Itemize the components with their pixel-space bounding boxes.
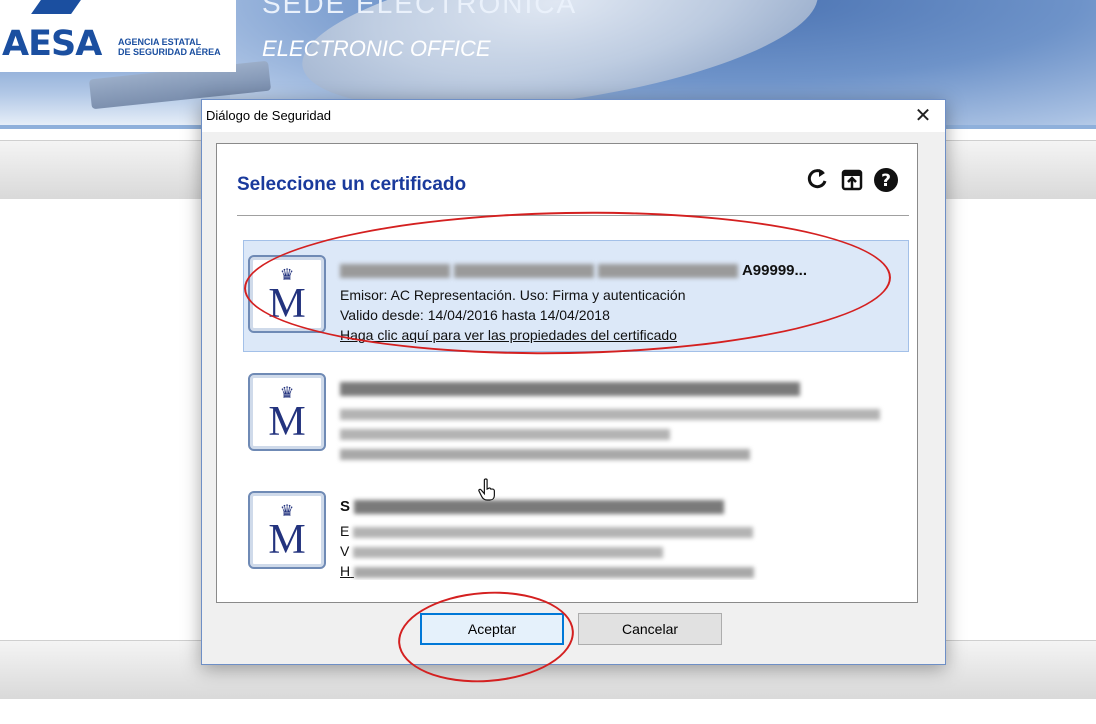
help-icon: ? <box>874 168 898 192</box>
certificate-issuer <box>340 403 896 423</box>
banner-title-es: SEDE ELECTRÓNICA <box>262 0 578 19</box>
dialog-buttons: Aceptar Cancelar <box>420 613 730 649</box>
m-letter-icon: M <box>268 281 306 327</box>
certificate-properties-link[interactable]: H <box>340 561 896 580</box>
certificate-issuer: Emisor: AC Representación. Uso: Firma y … <box>340 287 686 303</box>
agency-line-1: AGENCIA ESTATAL <box>118 37 202 47</box>
agency-line-2: DE SEGURIDAD AÉREA <box>118 47 221 57</box>
refresh-icon <box>807 169 827 189</box>
agency-name: AGENCIA ESTATAL DE SEGURIDAD AÉREA <box>118 37 221 57</box>
redacted-text <box>354 566 755 578</box>
certificate-details: A99999... Emisor: AC Representación. Uso… <box>340 261 896 345</box>
svg-text:?: ? <box>881 171 891 191</box>
certificate-initial: S <box>340 498 351 515</box>
redacted-name <box>340 264 450 279</box>
m-letter-icon: M <box>268 399 306 445</box>
link-initial: H <box>340 563 351 579</box>
help-button[interactable]: ? <box>873 166 899 194</box>
close-button[interactable]: ✕ <box>901 100 945 132</box>
certificate-properties-link[interactable] <box>340 443 896 463</box>
redacted-text <box>340 408 880 420</box>
redacted-text <box>353 526 754 538</box>
logo-text: AESA <box>2 24 102 64</box>
certificate-name: S <box>340 497 896 521</box>
redacted-name <box>598 264 739 279</box>
certificate-list: ♛ M A99999... Emisor: AC Representación.… <box>243 240 909 580</box>
certificate-item[interactable]: ♛ M <box>243 358 909 470</box>
certificate-panel: Seleccione un certificado ? ♛ M A99999..… <box>216 143 918 603</box>
hand-cursor-icon <box>478 478 495 501</box>
open-file-icon <box>841 169 863 191</box>
banner-title-en: ELECTRONIC OFFICE <box>262 36 491 61</box>
fnmt-certificate-icon: ♛ M <box>248 373 326 451</box>
redacted-name <box>354 500 725 515</box>
certificate-item[interactable]: ♛ M S E V H <box>243 476 909 580</box>
certificate-properties-link[interactable]: Haga clic aquí para ver las propiedades … <box>340 325 896 345</box>
dialog-titlebar[interactable]: Diálogo de Seguridad ✕ <box>202 100 945 132</box>
open-file-button[interactable] <box>839 166 865 194</box>
m-letter-icon: M <box>268 517 306 563</box>
refresh-button[interactable] <box>805 166 831 194</box>
certificate-validity: V <box>340 541 896 561</box>
logo-wings-icon <box>31 0 81 14</box>
certificate-details: S E V H <box>340 497 896 580</box>
fnmt-certificate-icon: ♛ M <box>248 491 326 569</box>
validity-initial: V <box>340 543 350 559</box>
certificate-name <box>340 379 896 403</box>
redacted-name <box>340 382 800 397</box>
redacted-text <box>353 546 664 558</box>
dialog-title: Diálogo de Seguridad <box>206 108 332 123</box>
fnmt-certificate-icon: ♛ M <box>248 255 326 333</box>
certificate-name: A99999... <box>340 261 896 285</box>
site-logo[interactable]: AESA AGENCIA ESTATAL DE SEGURIDAD AÉREA <box>0 0 236 72</box>
redacted-name <box>454 264 595 279</box>
certificate-issuer: E <box>340 521 896 541</box>
cancel-button[interactable]: Cancelar <box>578 613 722 645</box>
panel-heading: Seleccione un certificado <box>237 174 467 195</box>
certificate-validity: Valido desde: 14/04/2016 hasta 14/04/201… <box>340 307 610 323</box>
heading-divider <box>237 215 909 216</box>
issuer-initial: E <box>340 523 350 539</box>
accept-button[interactable]: Aceptar <box>420 613 564 645</box>
certificate-item[interactable]: ♛ M A99999... Emisor: AC Representación.… <box>243 240 909 352</box>
close-icon: ✕ <box>914 103 932 127</box>
certificate-validity <box>340 423 896 443</box>
redacted-text <box>340 448 750 460</box>
redacted-text <box>340 428 670 440</box>
security-dialog: Diálogo de Seguridad ✕ Seleccione un cer… <box>201 99 946 665</box>
certificate-details <box>340 379 896 463</box>
panel-toolbar: ? <box>805 166 899 196</box>
certificate-id: A99999... <box>741 262 808 279</box>
